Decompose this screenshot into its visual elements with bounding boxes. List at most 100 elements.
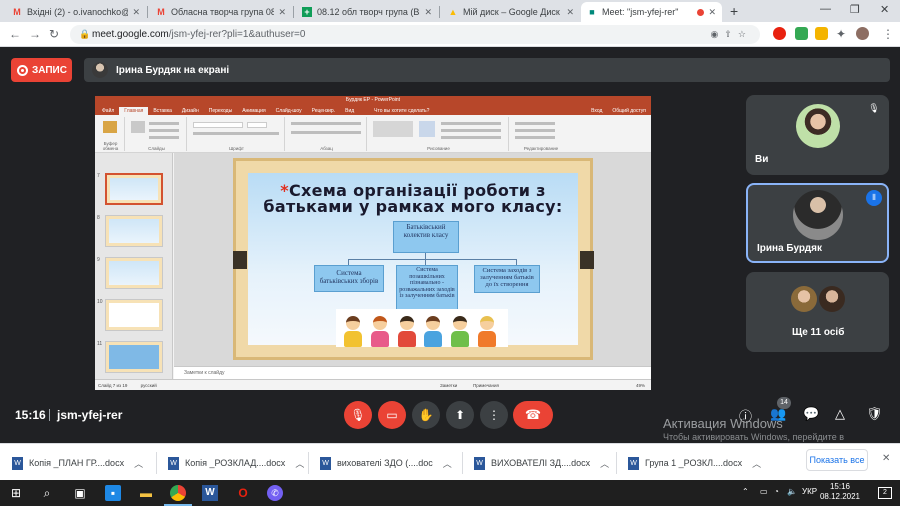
viber-icon[interactable]: ✆ [267, 485, 283, 501]
chevron-up-icon[interactable]: ︿ [600, 457, 609, 470]
activities-icon[interactable]: △ [835, 406, 845, 422]
reload-icon[interactable]: ↻ [49, 27, 59, 41]
slide-title: *Схема організації роботи з батьками у р… [248, 183, 578, 215]
powerpoint-status-bar: Слайд 7 из 19 русский Заметки Примечания… [95, 379, 651, 390]
more-vert-icon: ⋮ [488, 408, 500, 422]
show-all-downloads-button[interactable]: Показать все [806, 449, 868, 471]
record-badge[interactable]: ЗАПИС [11, 58, 72, 82]
close-icon[interactable]: ✕ [278, 7, 286, 18]
shield-extension-icon[interactable] [795, 27, 808, 40]
floppy-app-icon[interactable]: ▪ [105, 485, 121, 501]
slide-thumbnail[interactable] [105, 173, 163, 205]
ribbon-group-slides: Слайды [127, 117, 187, 151]
tab-label: Meet: "jsm-yfej-rer" [602, 7, 679, 17]
download-filename: Копія _РОЗКЛАД....docx [185, 458, 286, 468]
close-icon[interactable]: ✕ [566, 7, 574, 18]
close-icon[interactable]: ✕ [424, 7, 432, 18]
word-icon[interactable]: W [202, 485, 218, 501]
chat-icon[interactable]: 💬 [803, 406, 819, 422]
task-view-icon[interactable]: ▣ [72, 485, 88, 501]
slide-thumbnail[interactable] [105, 341, 163, 373]
notifications-icon[interactable]: 2 [878, 487, 892, 499]
profile-avatar[interactable] [856, 27, 869, 40]
ribbon-group-drawing: Рисование [369, 117, 509, 151]
ribbon-group-name: Абзац [320, 146, 333, 151]
notes-pane: Заметки к слайду [174, 366, 651, 379]
close-icon[interactable]: ✕ [132, 7, 140, 18]
search-icon[interactable]: ⌕ [39, 485, 55, 501]
presenter-banner: Ірина Бурдяк на екрані [84, 58, 890, 82]
notes-placeholder: Заметки к слайду [184, 370, 225, 376]
status-language: русский [140, 383, 157, 388]
close-shelf-icon[interactable]: ✕ [882, 453, 890, 464]
forward-icon[interactable]: → [29, 27, 41, 41]
org-box-left: Система батьківських зборів [314, 265, 384, 292]
slide-edit-area: *Схема організації роботи з батьками у р… [174, 153, 651, 366]
maximize-button[interactable]: ❐ [850, 3, 860, 16]
current-slide: *Схема організації роботи з батьками у р… [233, 158, 593, 360]
thumb-number: 7 [97, 173, 100, 179]
chevron-up-icon[interactable]: ︿ [295, 457, 304, 470]
slide-thumbnail[interactable] [105, 299, 163, 331]
browser-tab-drive[interactable]: ▲ Мій диск – Google Диск ✕ [442, 2, 580, 22]
download-item[interactable]: W Копія _РОЗКЛАД....docx ︿ [168, 453, 304, 473]
ribbon-group-name: Редактирование [523, 146, 559, 151]
menu-dots-icon[interactable]: ⋮ [882, 27, 894, 41]
ribbon-group-paragraph: Абзац [287, 117, 367, 151]
ribbon-tab: Слайд-шоу [275, 108, 302, 114]
thumb-number: 10 [97, 299, 103, 305]
ribbon-group-name: Буфер обмена [102, 141, 119, 151]
raise-hand-button[interactable]: ✋ [412, 401, 440, 429]
slide-thumbnail[interactable] [105, 215, 163, 247]
file-explorer-icon[interactable]: ▬ [138, 485, 154, 501]
browser-tab-meet[interactable]: ■ Meet: "jsm-yfej-rer" ✕ [581, 2, 722, 22]
opera-icon[interactable]: O [235, 485, 251, 501]
mic-toggle-button[interactable]: 🎙 [344, 401, 372, 429]
keyboard-language[interactable]: УКР [802, 487, 817, 496]
participant-tile-others[interactable]: Ще 11 осіб [746, 272, 889, 352]
slide-thumbnail[interactable] [105, 257, 163, 289]
presenter-banner-text: Ірина Бурдяк на екрані [116, 64, 230, 76]
omnibox-actions[interactable]: ◉⇧☆ [711, 25, 752, 44]
close-icon[interactable]: ✕ [708, 7, 716, 18]
download-item[interactable]: W ВИХОВАТЕЛІ ЗД....docx ︿ [474, 453, 609, 473]
volume-icon[interactable]: 🔈 [787, 487, 797, 496]
minimize-button[interactable]: — [820, 3, 831, 15]
participant-tile-presenter[interactable]: ⦀ Ірина Бурдяк [746, 183, 889, 263]
connector-line [348, 259, 516, 260]
participant-tile-self[interactable]: 🎙 Ви [746, 95, 889, 175]
window-close-button[interactable]: ✕ [880, 3, 889, 16]
url-path: /jsm-yfej-rer?pli=1&authuser=0 [168, 29, 306, 40]
chrome-icon[interactable] [170, 485, 186, 501]
tray-overflow-icon[interactable]: ⌃ [742, 487, 749, 496]
opera-extension-icon[interactable] [773, 27, 786, 40]
browser-tab-sheets[interactable]: + 08.12 обл творч група (Відп ✕ [296, 2, 438, 22]
download-filename: Копія _ПЛАН ГР....docx [29, 458, 125, 468]
leave-call-button[interactable]: ☎ [513, 401, 553, 429]
download-item[interactable]: W Копія _ПЛАН ГР....docx ︿ [12, 453, 143, 473]
new-tab-button[interactable]: + [730, 3, 738, 19]
extension-icon[interactable] [815, 27, 828, 40]
battery-icon[interactable]: ▭ [760, 487, 768, 496]
chevron-up-icon[interactable]: ︿ [134, 457, 143, 470]
system-clock[interactable]: 15:16 08.12.2021 [818, 482, 862, 502]
puzzle-icon[interactable]: ✦ [836, 27, 846, 41]
browser-tab-gmail-group[interactable]: M Обласна творча група 08.12 ✕ [150, 2, 292, 22]
host-controls-icon[interactable]: 🛡 [866, 406, 883, 422]
camera-toggle-button[interactable]: ▭ [378, 401, 406, 429]
chevron-up-icon[interactable]: ︿ [752, 457, 761, 470]
more-options-button[interactable]: ⋮ [480, 401, 508, 429]
back-icon[interactable]: ← [9, 27, 21, 41]
chevron-up-icon[interactable]: ︿ [443, 457, 452, 470]
browser-tab-gmail-inbox[interactable]: M Вхідні (2) - o.ivanochko@ippo ✕ [6, 2, 146, 22]
slide-frame-tab-left [233, 251, 247, 269]
address-bar[interactable]: 🔒 meet.google.com/jsm-yfej-rer?pli=1&aut… [70, 25, 760, 44]
network-icon[interactable]: ◔ [774, 487, 779, 496]
lock-icon: 🔒 [79, 29, 91, 39]
present-button[interactable]: ⬆ [446, 401, 474, 429]
download-item[interactable]: W вихователі ЗДО (....doc ︿ [320, 453, 452, 473]
windows-start-icon[interactable]: ⊞ [8, 485, 24, 501]
present-screen-icon: ⬆ [454, 408, 466, 422]
download-item[interactable]: W Група 1 _РОЗКЛ....docx ︿ [628, 453, 761, 473]
ribbon-tab: Файл [102, 108, 115, 114]
